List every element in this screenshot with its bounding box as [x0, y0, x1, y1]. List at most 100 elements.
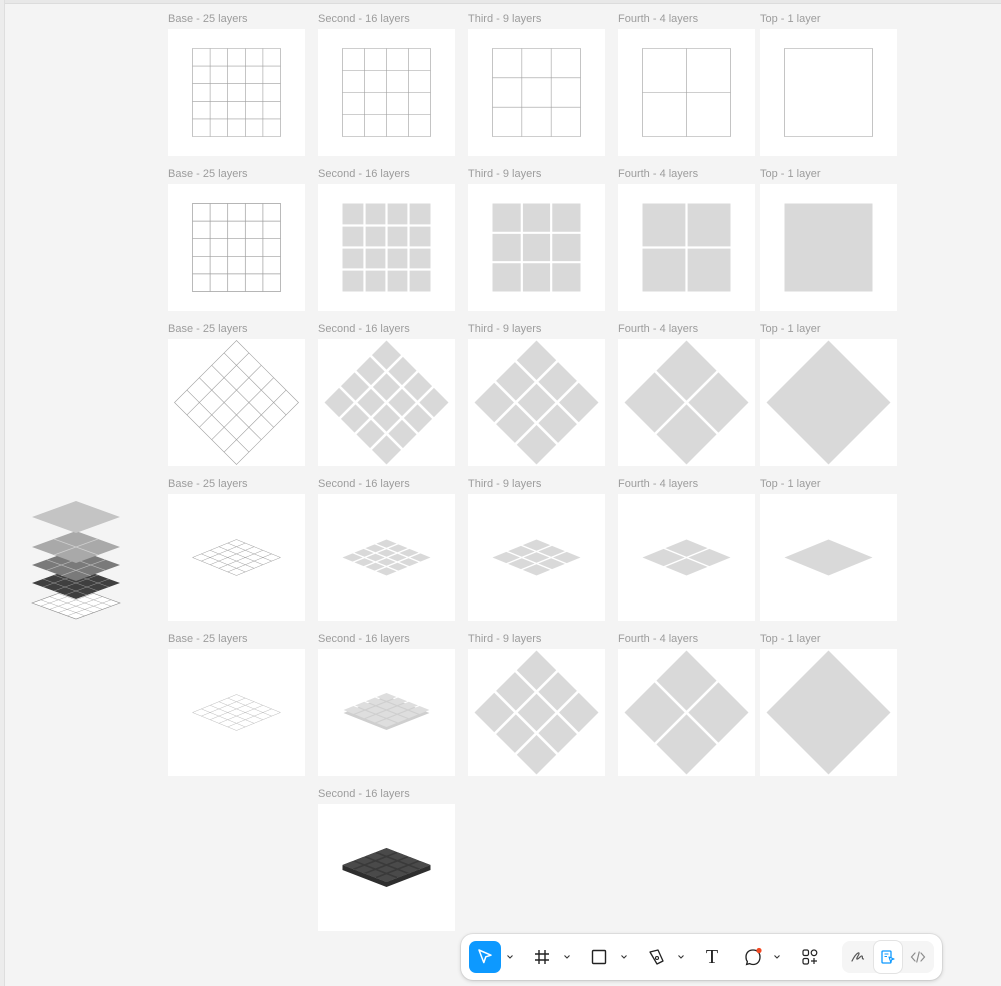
frame-label-third[interactable]: Third - 9 layers: [468, 13, 541, 26]
draw-mode-button[interactable]: [844, 941, 872, 973]
frame-artwork: [642, 48, 731, 137]
text-tool-button[interactable]: T: [696, 941, 728, 973]
chevron-down-icon[interactable]: [506, 953, 514, 961]
tile: [387, 203, 408, 225]
frame-label-top[interactable]: Top - 1 layer: [760, 168, 821, 181]
frame-third-row-5[interactable]: [468, 649, 605, 776]
frame-base-row-2[interactable]: [168, 184, 305, 311]
frame-label-third[interactable]: Third - 9 layers: [468, 168, 541, 181]
frame-third-row-2[interactable]: [468, 184, 605, 311]
tile: [552, 233, 581, 262]
frame-label-fourth[interactable]: Fourth - 4 layers: [618, 13, 698, 26]
tile: [365, 203, 386, 225]
frame-base-row-3[interactable]: [168, 339, 305, 466]
tile-group: [766, 650, 891, 775]
frame-third-row-1[interactable]: [468, 29, 605, 156]
frame-top-row-1[interactable]: [760, 29, 897, 156]
tile: [342, 270, 364, 292]
frame-top-row-4[interactable]: [760, 494, 897, 621]
tile: [365, 226, 386, 247]
tile-group: [474, 650, 599, 775]
tile: [766, 650, 891, 775]
frame-second-row-6[interactable]: [318, 804, 455, 931]
frame-label-top[interactable]: Top - 1 layer: [760, 13, 821, 26]
frame-base-row-4[interactable]: [168, 494, 305, 621]
frame-base-row-1[interactable]: [168, 29, 305, 156]
tile: [409, 226, 431, 247]
frame-second-row-2[interactable]: [318, 184, 455, 311]
frame-label-top[interactable]: Top - 1 layer: [760, 633, 821, 646]
chevron-down-icon[interactable]: [620, 953, 628, 961]
frame-label-top[interactable]: Top - 1 layer: [760, 323, 821, 336]
actions-tool-button[interactable]: [794, 941, 826, 973]
frame-artwork: [624, 340, 749, 465]
frame-artwork: [766, 650, 891, 775]
frame-top-row-3[interactable]: [760, 339, 897, 466]
pen-icon: [649, 949, 664, 965]
frame-fourth-row-2[interactable]: [618, 184, 755, 311]
chevron-down-icon[interactable]: [563, 953, 571, 961]
tile: [387, 248, 408, 269]
frame-artwork: [342, 203, 431, 292]
tile: [409, 248, 431, 269]
frame-label-second[interactable]: Second - 16 layers: [318, 13, 410, 26]
grid-lines: [191, 694, 282, 731]
frame-second-row-5[interactable]: [318, 649, 455, 776]
stack-layer-top: [32, 501, 120, 533]
rectangle-icon: [591, 949, 607, 965]
frame-label-fourth[interactable]: Fourth - 4 layers: [618, 478, 698, 491]
mode-switcher: [842, 941, 934, 973]
frame-top-row-2[interactable]: [760, 184, 897, 311]
frame-fourth-row-3[interactable]: [618, 339, 755, 466]
design-mode-button[interactable]: [874, 941, 902, 973]
frame-label-third[interactable]: Third - 9 layers: [468, 323, 541, 336]
frame-artwork: [192, 203, 281, 292]
frame-label-base[interactable]: Base - 25 layers: [168, 13, 247, 26]
frame-third-row-4[interactable]: [468, 494, 605, 621]
frame-label-second[interactable]: Second - 16 layers: [318, 788, 410, 801]
frame-label-second[interactable]: Second - 16 layers: [318, 478, 410, 491]
frame-label-top[interactable]: Top - 1 layer: [760, 478, 821, 491]
tile-group: [784, 203, 873, 292]
frame-artwork: [784, 203, 873, 292]
frame-label-second[interactable]: Second - 16 layers: [318, 323, 410, 336]
frame-fourth-row-1[interactable]: [618, 29, 755, 156]
frame-artwork: [342, 48, 431, 137]
chevron-down-icon[interactable]: [677, 953, 685, 961]
frame-label-fourth[interactable]: Fourth - 4 layers: [618, 633, 698, 646]
frame-top-row-5[interactable]: [760, 649, 897, 776]
tile: [552, 263, 581, 292]
frame-tool-button[interactable]: [526, 941, 558, 973]
grid-lines: [191, 539, 282, 576]
pen-tool-button[interactable]: [640, 941, 672, 973]
frame-label-second[interactable]: Second - 16 layers: [318, 168, 410, 181]
grid-lines: [342, 48, 431, 137]
frame-label-third[interactable]: Third - 9 layers: [468, 478, 541, 491]
frame-label-fourth[interactable]: Fourth - 4 layers: [618, 168, 698, 181]
frame-second-row-1[interactable]: [318, 29, 455, 156]
frame-second-row-3[interactable]: [318, 339, 455, 466]
chevron-down-icon[interactable]: [773, 953, 781, 961]
tile-group: [624, 650, 749, 775]
frame-base-row-5[interactable]: [168, 649, 305, 776]
frame-third-row-3[interactable]: [468, 339, 605, 466]
tile: [784, 539, 873, 576]
frame-artwork: [192, 48, 281, 137]
frame-fourth-row-4[interactable]: [618, 494, 755, 621]
frame-label-base[interactable]: Base - 25 layers: [168, 323, 247, 336]
frame-label-fourth[interactable]: Fourth - 4 layers: [618, 323, 698, 336]
frame-artwork: [174, 340, 299, 465]
frame-label-base[interactable]: Base - 25 layers: [168, 633, 247, 646]
tile-group: [342, 203, 431, 292]
comment-tool-button[interactable]: [737, 941, 769, 973]
move-tool-button[interactable]: [469, 941, 501, 973]
frame-label-base[interactable]: Base - 25 layers: [168, 478, 247, 491]
shape-tool-button[interactable]: [583, 941, 615, 973]
dev-mode-button[interactable]: [904, 941, 932, 973]
frame-second-row-4[interactable]: [318, 494, 455, 621]
left-ruler: [0, 0, 5, 986]
frame-label-third[interactable]: Third - 9 layers: [468, 633, 541, 646]
frame-label-base[interactable]: Base - 25 layers: [168, 168, 247, 181]
frame-label-second[interactable]: Second - 16 layers: [318, 633, 410, 646]
frame-fourth-row-5[interactable]: [618, 649, 755, 776]
